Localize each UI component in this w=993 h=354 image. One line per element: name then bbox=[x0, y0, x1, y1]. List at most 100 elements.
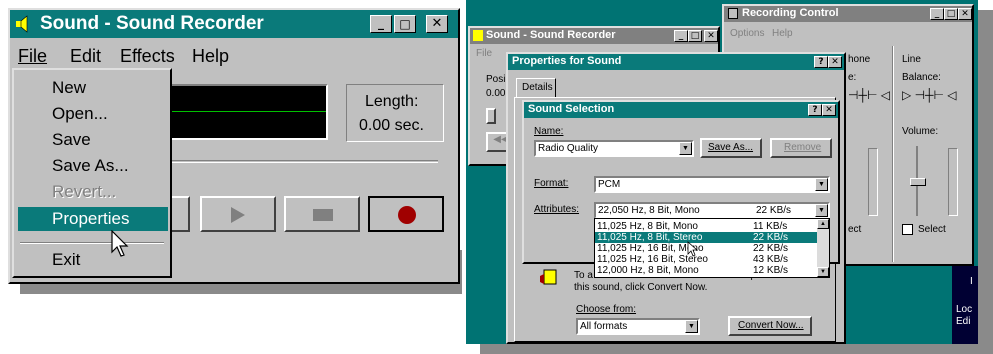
dropdown-arrow-icon[interactable]: ▼ bbox=[679, 142, 692, 155]
menu-item-save[interactable]: Save bbox=[52, 130, 91, 150]
length-box: Length: 0.00 sec. bbox=[346, 84, 444, 142]
recording-control-titlebar: Recording Control _ □ ✕ bbox=[724, 6, 972, 22]
list-item[interactable]: 11,025 Hz, 16 Bit, Mono 22 KB/s bbox=[595, 243, 817, 254]
speaker-icon bbox=[473, 30, 483, 41]
minimize-icon[interactable]: _ bbox=[370, 15, 392, 33]
remove-button[interactable]: Remove bbox=[770, 138, 832, 158]
dropdown-arrow-icon[interactable]: ▼ bbox=[815, 178, 828, 191]
menu-item-save-as[interactable]: Save As... bbox=[52, 156, 129, 176]
waveform-display bbox=[168, 84, 328, 140]
menu-item-exit[interactable]: Exit bbox=[52, 250, 80, 270]
tab-details-label: Details bbox=[522, 82, 553, 93]
sr-position-label: Posi bbox=[486, 74, 506, 85]
convert-now-label: Convert Now... bbox=[738, 320, 804, 331]
rc-col1-balance: e: bbox=[848, 72, 857, 83]
menu-effects[interactable]: Effects bbox=[120, 46, 175, 67]
menu-edit[interactable]: Edit bbox=[70, 46, 101, 67]
minimize-icon[interactable]: _ bbox=[674, 30, 688, 42]
sound-recorder-titlebar: Sound - Sound Recorder _ □ ✕ bbox=[10, 10, 458, 38]
speaker-icon bbox=[14, 15, 34, 33]
menu-item-revert[interactable]: Revert... bbox=[52, 182, 116, 202]
name-value: Radio Quality bbox=[538, 143, 599, 154]
choose-from-select[interactable]: All formats ▼ bbox=[576, 318, 700, 335]
desktop-edge-text-3: I bbox=[970, 276, 973, 287]
dropdown-arrow-icon[interactable]: ▼ bbox=[815, 204, 828, 217]
save-as-button[interactable]: Save As... bbox=[700, 138, 762, 158]
save-as-label: Save As... bbox=[708, 142, 754, 153]
name-select[interactable]: Radio Quality ▼ bbox=[534, 140, 694, 157]
position-slider[interactable] bbox=[168, 160, 438, 163]
balance-slider-1[interactable]: ⊣┼⊢ ◁ bbox=[848, 88, 890, 102]
rc-col1-label: hone bbox=[848, 54, 871, 65]
rc-select-label: Select bbox=[918, 224, 946, 235]
volume-track bbox=[948, 148, 958, 216]
balance-slider-2[interactable]: ▷ ⊣┼⊢ ◁ bbox=[902, 88, 957, 102]
list-scrollbar[interactable]: ▲ ▼ bbox=[817, 219, 829, 277]
cursor-arrow-icon bbox=[111, 230, 129, 257]
format-value: PCM bbox=[598, 179, 621, 190]
tab-details[interactable]: Details bbox=[516, 78, 556, 98]
info-text-line2: this sound, click Convert Now. bbox=[574, 282, 708, 293]
info-text-line1: To a bbox=[574, 270, 593, 281]
menu-help[interactable]: Help bbox=[192, 46, 229, 67]
attributes-rate: 22 KB/s bbox=[756, 205, 792, 216]
menu-bar: File Edit Effects Help bbox=[10, 40, 458, 68]
attributes-select[interactable]: 22,050 Hz, 8 Bit, Mono 22 KB/s ▼ bbox=[594, 202, 830, 219]
attributes-value: 22,050 Hz, 8 Bit, Mono bbox=[598, 205, 700, 216]
rc-col2-balance: Balance: bbox=[902, 72, 941, 83]
volume-slider-1[interactable] bbox=[868, 148, 878, 216]
format-select[interactable]: PCM ▼ bbox=[594, 176, 830, 193]
list-item[interactable]: 12,000 Hz, 8 Bit, Mono 12 KB/s bbox=[595, 265, 817, 276]
minimize-icon[interactable]: _ bbox=[930, 8, 944, 20]
close-icon[interactable]: ✕ bbox=[822, 104, 836, 116]
window-title: Sound - Sound Recorder bbox=[40, 13, 264, 34]
rc-menu-help[interactable]: Help bbox=[772, 28, 793, 39]
list-item[interactable]: 11,025 Hz, 8 Bit, Mono 11 KB/s bbox=[595, 221, 817, 232]
list-item-selected[interactable]: 11,025 Hz, 8 Bit, Stereo 22 KB/s bbox=[595, 232, 817, 243]
rc-menu-options[interactable]: Options bbox=[730, 28, 764, 39]
menu-item-open[interactable]: Open... bbox=[52, 104, 108, 124]
list-item[interactable]: 11,025 Hz, 16 Bit, Stereo 43 KB/s bbox=[595, 254, 817, 265]
help-icon[interactable]: ? bbox=[808, 104, 822, 116]
menu-separator bbox=[20, 242, 164, 244]
close-icon[interactable]: ✕ bbox=[704, 30, 718, 42]
rc-col2-label: Line bbox=[902, 54, 921, 65]
sound-selection-title: Sound Selection bbox=[528, 103, 615, 115]
attributes-dropdown-list: 11,025 Hz, 8 Bit, Mono 11 KB/s 11,025 Hz,… bbox=[594, 218, 830, 278]
select-checkbox[interactable] bbox=[902, 224, 913, 235]
help-icon[interactable]: ? bbox=[814, 56, 828, 68]
menu-item-properties[interactable]: Properties bbox=[18, 207, 168, 231]
sr-slider-thumb[interactable] bbox=[486, 108, 496, 124]
stop-icon bbox=[313, 209, 333, 221]
dropdown-arrow-icon[interactable]: ▼ bbox=[685, 320, 698, 333]
menu-file[interactable]: File bbox=[18, 46, 47, 67]
remove-label: Remove bbox=[784, 142, 822, 153]
attributes-label: Attributes: bbox=[534, 204, 580, 215]
desktop-edge-text-1: Loc bbox=[956, 304, 973, 315]
properties-title: Properties for Sound bbox=[512, 55, 622, 67]
maximize-icon[interactable]: □ bbox=[944, 8, 958, 20]
stop-button[interactable] bbox=[284, 196, 360, 232]
volume-slider-2[interactable] bbox=[910, 146, 926, 216]
length-value: 0.00 sec. bbox=[359, 117, 424, 134]
menu-item-new[interactable]: New bbox=[52, 78, 86, 98]
close-icon[interactable]: ✕ bbox=[958, 8, 972, 20]
maximize-icon[interactable]: □ bbox=[688, 30, 702, 42]
play-icon bbox=[231, 207, 245, 223]
file-menu-dropdown: New Open... Save Save As... Revert... Pr… bbox=[12, 68, 172, 278]
sound-selection-titlebar: Sound Selection ? ✕ bbox=[524, 102, 838, 118]
rc-select-left-label: ect bbox=[848, 224, 862, 235]
convert-now-button[interactable]: Convert Now... bbox=[728, 316, 812, 336]
choose-from-value: All formats bbox=[580, 321, 628, 332]
small-sr-title: Sound - Sound Recorder bbox=[486, 29, 616, 41]
record-icon bbox=[398, 206, 416, 224]
sr-position-value: 0.00 bbox=[486, 88, 506, 99]
properties-titlebar: Properties for Sound ? ✕ bbox=[508, 54, 844, 70]
close-icon[interactable]: ✕ bbox=[426, 15, 448, 33]
recording-control-title: Recording Control bbox=[742, 7, 839, 19]
record-button[interactable] bbox=[368, 196, 444, 232]
sr-menu-file[interactable]: File bbox=[476, 48, 492, 59]
close-icon[interactable]: ✕ bbox=[828, 56, 842, 68]
maximize-icon[interactable]: □ bbox=[394, 15, 416, 33]
play-button[interactable] bbox=[200, 196, 276, 232]
